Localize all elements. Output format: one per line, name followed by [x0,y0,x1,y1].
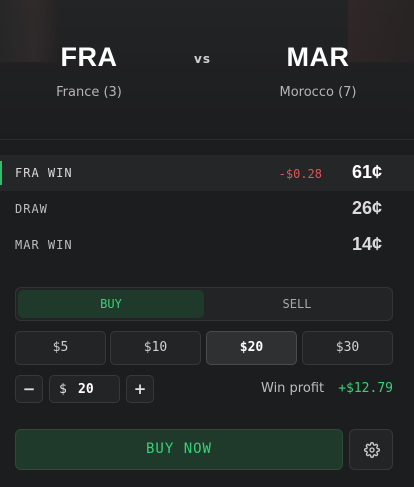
outcome-row-draw[interactable]: DRAW 26¢ [0,191,414,227]
tab-buy[interactable]: BUY [18,290,204,318]
outcome-price: 14¢ [351,234,382,254]
outcome-row-mar-win[interactable]: MAR WIN 14¢ [0,227,414,263]
outcome-price: 26¢ [351,198,382,218]
increment-button[interactable]: + [126,375,154,403]
gear-icon [364,442,380,458]
win-profit-label: Win profit [261,381,325,396]
buy-sell-toggle: BUY SELL [15,287,393,321]
away-team: MAR Morocco (7) [243,42,393,100]
amount-stepper: $ [49,375,120,403]
currency-symbol: $ [59,382,67,397]
amount-preset-30[interactable]: $30 [302,331,393,365]
selected-indicator [0,161,2,185]
home-team-code: FRA [60,42,118,72]
buy-now-button[interactable]: BUY NOW [15,429,343,470]
home-team: FRA France (3) [14,42,164,100]
away-team-code: MAR [286,42,350,72]
settings-button[interactable] [349,429,393,470]
outcome-label: FRA WIN [15,166,73,180]
win-profit-value: +$12.79 [338,381,393,396]
amount-preset-20[interactable]: $20 [206,331,297,365]
away-team-name: Morocco (7) [279,85,357,100]
outcome-row-fra-win[interactable]: FRA WIN -$0.28 61¢ [0,155,414,191]
versus-label: vs [194,52,211,66]
tab-sell[interactable]: SELL [204,290,390,318]
outcome-price: 61¢ [351,162,382,182]
amount-preset-5[interactable]: $5 [15,331,106,365]
decrement-button[interactable]: − [15,375,43,403]
home-team-name: France (3) [56,85,122,100]
match-header: FRA France (3) vs MAR Morocco (7) [0,0,414,140]
amount-preset-10[interactable]: $10 [110,331,201,365]
outcome-label: MAR WIN [15,238,73,252]
outcome-label: DRAW [15,202,48,216]
price-change: -$0.28 [278,167,322,181]
outcome-list: FRA WIN -$0.28 61¢ DRAW 26¢ MAR WIN 14¢ [0,155,414,263]
amount-input[interactable] [78,379,116,399]
